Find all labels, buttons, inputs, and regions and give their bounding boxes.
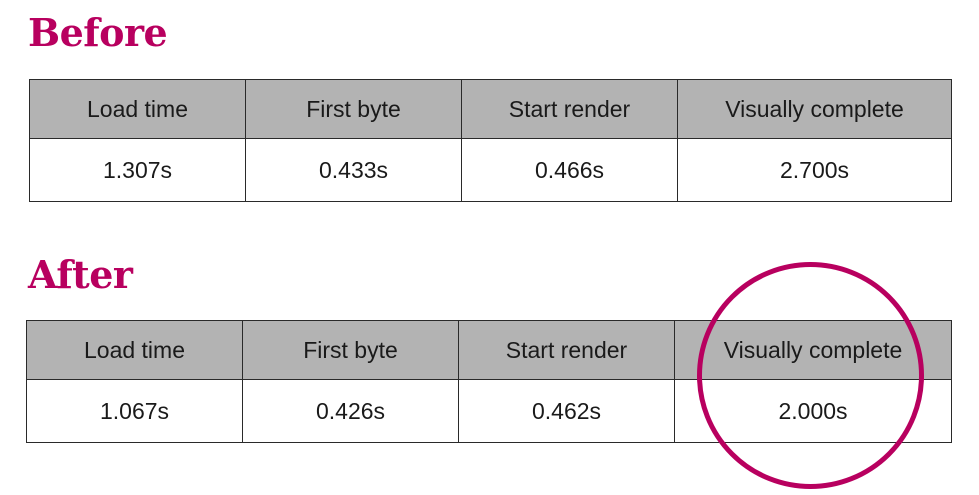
header-cell-load-time: Load time xyxy=(29,79,246,139)
before-value-row: 1.307s 0.433s 0.466s 2.700s xyxy=(29,138,952,202)
header-cell-visually-complete: Visually complete xyxy=(677,79,952,139)
header-cell-first-byte: First byte xyxy=(245,79,462,139)
value-cell-start-render: 0.466s xyxy=(461,138,678,202)
before-heading: Before xyxy=(28,10,168,55)
after-header-row: Load time First byte Start render Visual… xyxy=(26,320,952,380)
after-value-row: 1.067s 0.426s 0.462s 2.000s xyxy=(26,379,952,443)
value-cell-first-byte: 0.426s xyxy=(242,379,459,443)
value-cell-start-render: 0.462s xyxy=(458,379,675,443)
after-heading: After xyxy=(28,252,133,297)
header-cell-load-time: Load time xyxy=(26,320,243,380)
header-cell-first-byte: First byte xyxy=(242,320,459,380)
value-cell-load-time: 1.307s xyxy=(29,138,246,202)
header-cell-start-render: Start render xyxy=(458,320,675,380)
value-cell-load-time: 1.067s xyxy=(26,379,243,443)
before-metrics-table: Load time First byte Start render Visual… xyxy=(29,79,952,202)
before-header-row: Load time First byte Start render Visual… xyxy=(29,79,952,139)
header-cell-visually-complete: Visually complete xyxy=(674,320,952,380)
value-cell-first-byte: 0.433s xyxy=(245,138,462,202)
value-cell-visually-complete: 2.700s xyxy=(677,138,952,202)
after-metrics-table: Load time First byte Start render Visual… xyxy=(26,320,952,443)
value-cell-visually-complete: 2.000s xyxy=(674,379,952,443)
header-cell-start-render: Start render xyxy=(461,79,678,139)
